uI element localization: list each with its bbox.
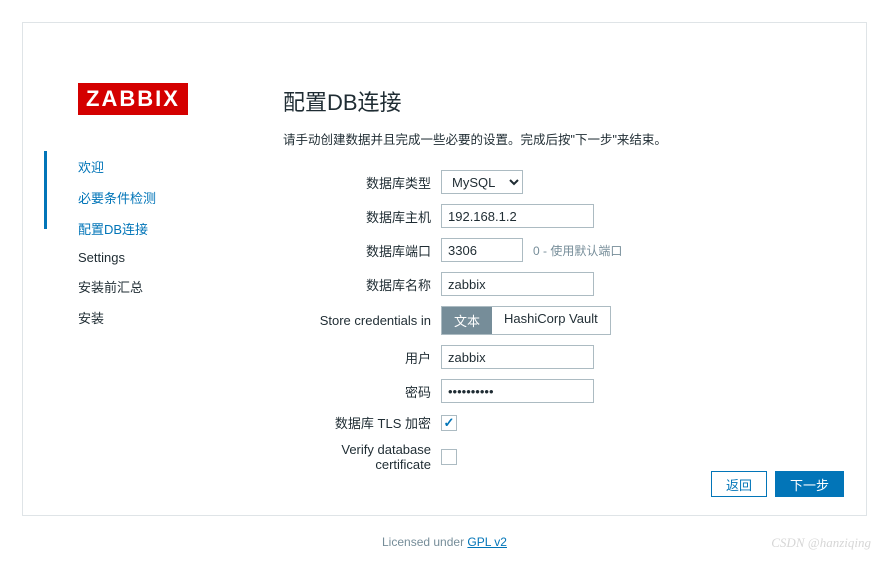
sidebar-item-install[interactable]: 安装: [78, 302, 238, 333]
tls-label: 数据库 TLS 加密: [283, 413, 441, 432]
verify-label: Verify database certificate: [283, 442, 441, 472]
main-content: 配置DB连接 请手动创建数据并且完成一些必要的设置。完成后按"下一步"来结束。 …: [283, 85, 836, 482]
wizard-sidebar: 欢迎 必要条件检测 配置DB连接 Settings 安装前汇总 安装: [78, 151, 238, 333]
db-type-label: 数据库类型: [283, 173, 441, 192]
tls-checkbox[interactable]: [441, 415, 457, 431]
db-name-label: 数据库名称: [283, 275, 441, 294]
store-label: Store credentials in: [283, 313, 441, 328]
user-input[interactable]: [441, 345, 594, 369]
license-link[interactable]: GPL v2: [467, 535, 507, 549]
db-port-hint: 0 - 使用默认端口: [533, 242, 622, 259]
password-label: 密码: [283, 382, 441, 401]
next-button[interactable]: 下一步: [775, 471, 844, 497]
user-label: 用户: [283, 348, 441, 367]
sidebar-item-summary[interactable]: 安装前汇总: [78, 271, 238, 302]
db-type-select[interactable]: MySQL: [441, 170, 523, 194]
back-button[interactable]: 返回: [711, 471, 767, 497]
db-host-input[interactable]: [441, 204, 594, 228]
store-opt-plaintext[interactable]: 文本: [442, 307, 492, 334]
db-name-input[interactable]: [441, 272, 594, 296]
page-title: 配置DB连接: [283, 85, 836, 117]
sidebar-item-dbconn[interactable]: 配置DB连接: [78, 213, 238, 244]
store-opt-vault[interactable]: HashiCorp Vault: [492, 307, 610, 334]
license-footer: Licensed under GPL v2: [0, 535, 889, 549]
password-input[interactable]: [441, 379, 594, 403]
sidebar-item-settings[interactable]: Settings: [78, 244, 238, 271]
verify-cert-checkbox[interactable]: [441, 449, 457, 465]
db-host-label: 数据库主机: [283, 207, 441, 226]
zabbix-logo: ZABBIX: [78, 83, 188, 115]
page-description: 请手动创建数据并且完成一些必要的设置。完成后按"下一步"来结束。: [283, 129, 836, 148]
sidebar-item-prereq[interactable]: 必要条件检测: [78, 182, 238, 213]
db-port-label: 数据库端口: [283, 241, 441, 260]
store-credentials-toggle[interactable]: 文本 HashiCorp Vault: [441, 306, 611, 335]
sidebar-item-welcome[interactable]: 欢迎: [78, 151, 238, 182]
watermark: CSDN @hanziqing: [771, 535, 871, 551]
db-port-input[interactable]: [441, 238, 523, 262]
